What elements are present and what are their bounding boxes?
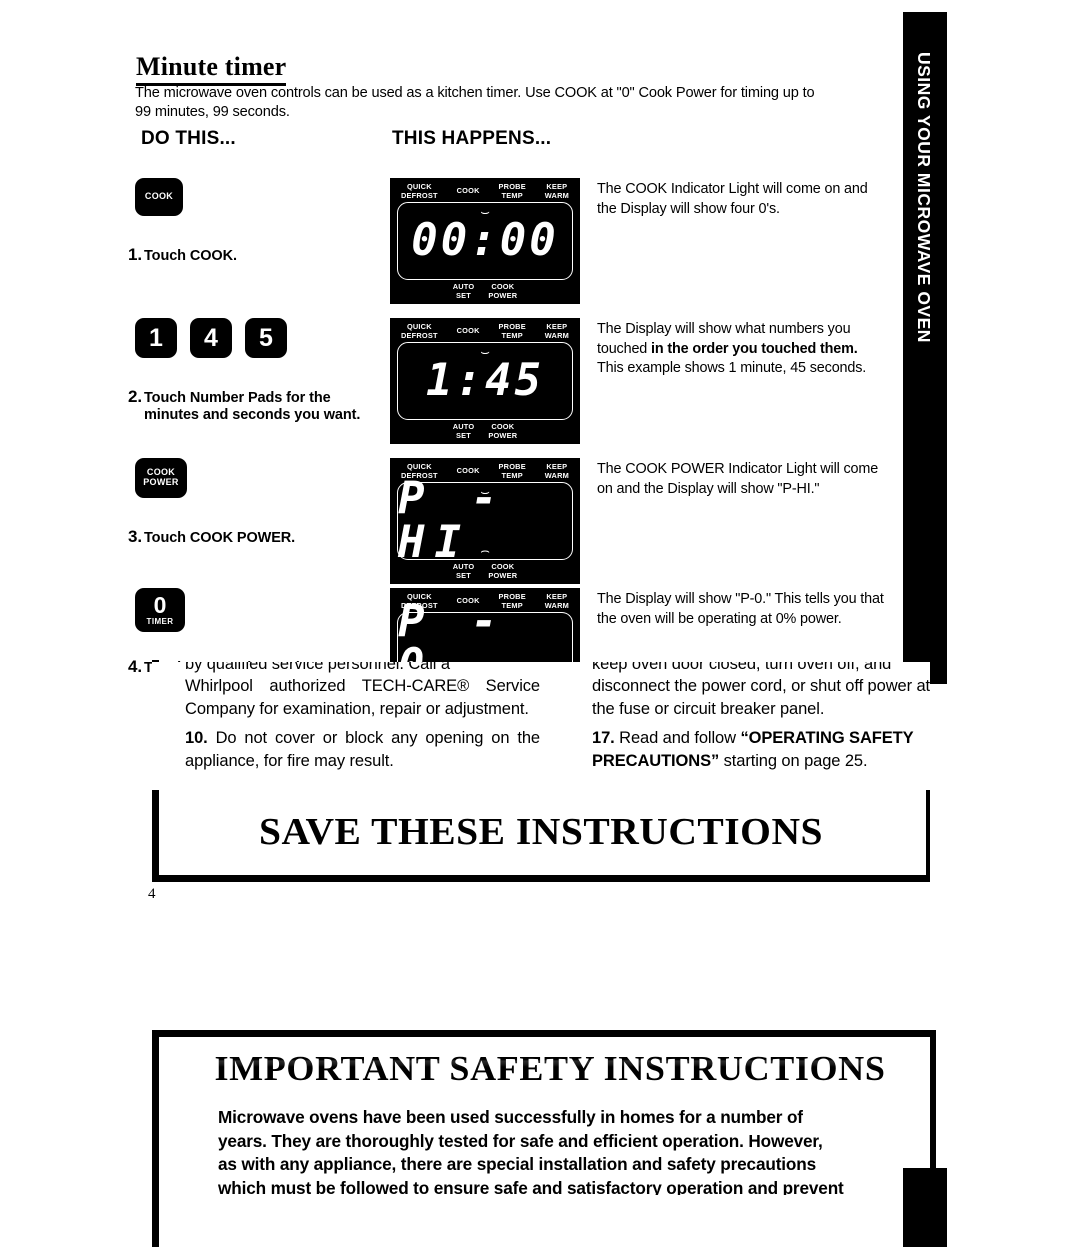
column-header-do-this: DO THIS... xyxy=(141,128,236,149)
important-safety-instructions-page: IMPORTANT SAFETY INSTRUCTIONS IMPORTANT … xyxy=(0,1020,1080,1247)
key-label: 5 xyxy=(259,323,273,352)
display-top-labels: QUICK DEFROST COOK PROBE TEMP KEEP WARM xyxy=(397,182,573,202)
intro-paragraph: The microwave oven controls can be used … xyxy=(135,85,815,120)
section-thumb-tab: USING YOUR MICROWAVE OVEN xyxy=(903,12,947,684)
indicator-mark-top: ⌣ xyxy=(480,344,490,362)
indicator-mark-bottom: ⌢ xyxy=(480,542,490,560)
step-caption: 3. Touch COOK POWER. xyxy=(128,528,398,547)
display-bottom-labels: AUTO SET COOK POWER xyxy=(397,420,573,440)
keypad-group: 1 4 5 xyxy=(135,318,287,358)
key-label: 4 xyxy=(204,323,218,352)
bleed-item-number: 17. xyxy=(592,729,615,747)
key-label: 0 xyxy=(153,591,167,618)
label-cook-power: COOK POWER xyxy=(488,422,518,440)
display-value: 1:45 xyxy=(426,355,544,407)
key-label: 1 xyxy=(149,323,163,352)
bleed-item-text: Do not cover or block any opening on the… xyxy=(185,729,540,770)
bleed-clipped-line: keep oven door closed, turn oven off, an… xyxy=(592,662,892,673)
keypad-group: COOK xyxy=(135,178,183,216)
label-keep-warm: KEEP WARM xyxy=(544,322,569,340)
label-keep-warm: KEEP WARM xyxy=(544,182,569,200)
oven-display-panel: QUICK DEFROST COOK PROBE TEMP KEEP WARM … xyxy=(390,318,580,445)
oven-display-panel: QUICK DEFROST COOK PROBE TEMP KEEP WARM … xyxy=(390,458,580,585)
bleed-column-right: keep oven door closed, turn oven off, an… xyxy=(592,662,930,772)
key-number-5[interactable]: 5 xyxy=(245,318,287,358)
step-number: 2. xyxy=(128,387,142,406)
bleed-paragraph: Whirlpool authorized TECH-CARE® Service … xyxy=(185,677,540,718)
safety-instructions-title: IMPORTANT SAFETY INSTRUCTIONS xyxy=(159,1049,942,1089)
bleed-numbered-item: 17. Read and follow “OPERATING SAFETY PR… xyxy=(592,727,930,772)
label-cook-power: COOK POWER xyxy=(488,562,518,580)
result-part-2: This example shows 1 minute, 45 seconds. xyxy=(597,360,867,376)
safety-body-line-4: which must be followed to ensure safe an… xyxy=(218,1177,844,1195)
step-result-text: The Display will show what numbers you t… xyxy=(597,320,887,379)
keypad-group: 0 TIMER xyxy=(135,588,185,632)
page-number: 4 xyxy=(148,886,156,902)
display-window: ⌣ P - HI ⌢ xyxy=(397,477,573,565)
oven-display-panel: QUICK DEFROST COOK PROBE TEMP KEEP WARM … xyxy=(390,588,580,673)
bottom-thumb-tab xyxy=(903,1168,947,1247)
result-emphasis: in the order you touched them. xyxy=(651,340,858,357)
bleed-item-number: 10. xyxy=(185,729,208,747)
bleed-item-lead: Read and follow xyxy=(614,729,741,747)
key-cook[interactable]: COOK xyxy=(135,178,183,216)
display-window: ⌣ 00:00 xyxy=(397,202,573,281)
step-number: 3. xyxy=(128,527,142,546)
safety-instructions-body: Microwave ovens have been used successfu… xyxy=(218,1106,898,1195)
step-caption: 2. Touch Number Pads for the minutes and … xyxy=(128,388,398,424)
display-window: ⌣ 1:45 xyxy=(397,342,573,421)
oven-display-panel: QUICK DEFROST COOK PROBE TEMP KEEP WARM … xyxy=(390,178,580,305)
manual-page-4: USING YOUR MICROWAVE OVEN Minute timer T… xyxy=(0,0,1080,930)
key-label: COOK xyxy=(144,191,174,202)
label-cook: COOK xyxy=(456,186,480,195)
label-probe-temp: PROBE TEMP xyxy=(498,322,526,340)
label-auto-set: AUTO SET xyxy=(452,282,475,300)
indicator-mark-top: ⌣ xyxy=(480,484,490,502)
label-quick-defrost: QUICK DEFROST xyxy=(401,322,438,340)
label-cook: COOK xyxy=(456,326,480,335)
indicator-mark-top: ⌣ xyxy=(480,614,490,632)
keypad-group: COOK POWER xyxy=(135,458,187,498)
display-top-labels: QUICK DEFROST COOK PROBE TEMP KEEP WARM xyxy=(397,322,573,342)
step-number: 4. xyxy=(128,657,142,676)
step-number: 1. xyxy=(128,245,142,264)
safety-body-line-3: as with any appliance, there are special… xyxy=(218,1154,817,1174)
key-number-0-timer[interactable]: 0 TIMER xyxy=(135,588,185,632)
step-caption-text: Touch COOK POWER. xyxy=(144,530,296,546)
page-title: Minute timer xyxy=(136,52,287,86)
key-number-1[interactable]: 1 xyxy=(135,318,177,358)
overlapping-scan-page: by qualified service personnel. Call a W… xyxy=(152,662,930,790)
display-bottom-labels: AUTO SET COOK POWER xyxy=(397,280,573,300)
safety-body-line-1: Microwave ovens have been used successfu… xyxy=(218,1107,803,1127)
label-auto-set: AUTO SET xyxy=(452,422,475,440)
key-label: COOK POWER xyxy=(143,467,179,487)
column-header-this-happens: THIS HAPPENS... xyxy=(392,128,552,149)
bleed-numbered-item: 10. Do not cover or block any opening on… xyxy=(185,727,540,772)
step-caption: 1. Touch COOK. xyxy=(128,246,398,265)
step-result-text: The Display will show "P-0." This tells … xyxy=(597,591,884,627)
step-caption-line-1: Touch Number Pads for the xyxy=(144,390,331,406)
key-cook-power[interactable]: COOK POWER xyxy=(135,458,187,498)
bleed-paragraph: disconnect the power cord, or shut off p… xyxy=(592,677,930,718)
indicator-mark-top: ⌣ xyxy=(480,204,490,222)
step-result-text: The COOK POWER Indicator Light will come… xyxy=(597,461,879,497)
bleed-clipped-line: by qualified service personnel. Call a xyxy=(185,662,450,673)
bleed-item-tail: starting on page 25. xyxy=(719,751,868,770)
safety-body-line-2: years. They are thoroughly tested for sa… xyxy=(218,1130,823,1151)
step-caption-text: Touch COOK. xyxy=(144,248,237,264)
label-probe-temp: PROBE TEMP xyxy=(498,182,526,200)
display-value: 00:00 xyxy=(411,215,559,267)
step-result-text: The COOK Indicator Light will come on an… xyxy=(597,181,868,217)
label-quick-defrost: QUICK DEFROST xyxy=(401,182,438,200)
label-cook-power: COOK POWER xyxy=(488,282,518,300)
key-sublabel: TIMER xyxy=(146,616,174,626)
save-instructions-heading: SAVE THESE INSTRUCTIONS xyxy=(258,811,824,853)
key-number-4[interactable]: 4 xyxy=(190,318,232,358)
section-thumb-tab-label: USING YOUR MICROWAVE OVEN xyxy=(914,52,934,343)
step-caption-line-2: minutes and seconds you want. xyxy=(144,407,361,423)
bleed-column-left: by qualified service personnel. Call a W… xyxy=(185,662,540,772)
